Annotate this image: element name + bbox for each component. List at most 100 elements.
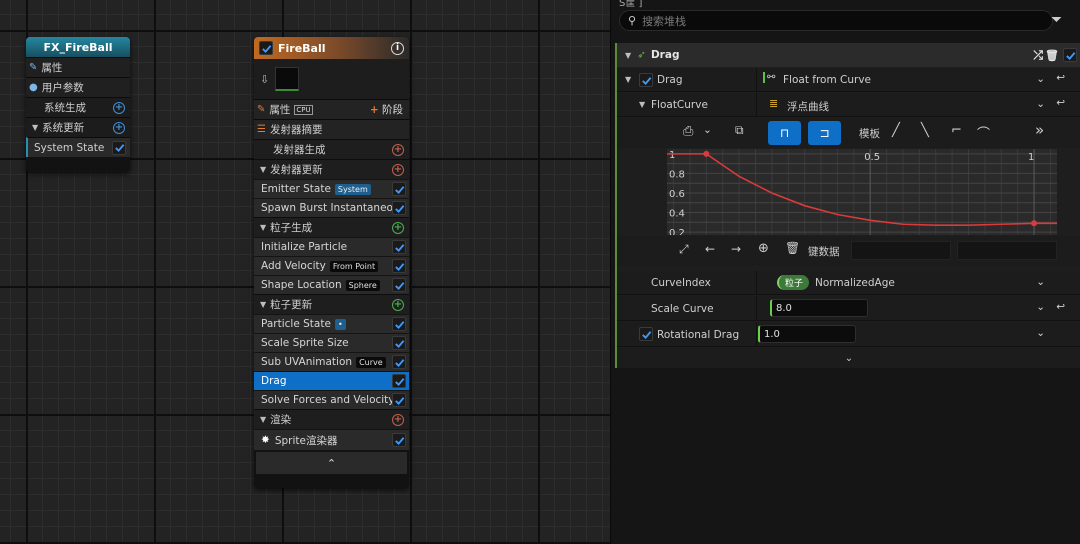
module-sub-uv-animation[interactable]: Sub UVAnimation Curve (254, 352, 409, 371)
particle-update-section[interactable]: ▼ 粒子更新 + (254, 294, 409, 314)
rotational-drag-input[interactable]: 1.0 (758, 325, 856, 343)
module-shape-location[interactable]: Shape Location Sphere (254, 275, 409, 294)
collapse-arrow-icon[interactable]: ▼ (260, 300, 266, 309)
add-module-icon[interactable]: + (392, 413, 404, 426)
system-update-row[interactable]: ▼ 系统更新 + (26, 117, 130, 137)
particle-spawn-section[interactable]: ▼ 粒子生成 + (254, 217, 409, 237)
collapse-arrow-icon[interactable]: ▼ (625, 75, 631, 84)
module-scale-sprite-size[interactable]: Scale Sprite Size (254, 333, 409, 352)
add-stage-button[interactable]: + 阶段 (370, 102, 403, 117)
chevron-down-icon[interactable]: ⌄ (1036, 276, 1045, 288)
delete-icon[interactable]: 🗑 (1045, 49, 1059, 62)
reset-icon[interactable]: ↩ (1056, 301, 1065, 313)
add-module-icon[interactable]: + (113, 101, 125, 114)
shuffle-icon[interactable]: ⤮ (1033, 48, 1043, 63)
add-module-icon[interactable]: + (113, 121, 125, 134)
arrow-left-icon[interactable]: ← (705, 242, 715, 256)
enable-checkbox[interactable] (392, 433, 406, 447)
collapse-arrow-icon[interactable]: ▼ (260, 415, 266, 424)
node-graph-canvas[interactable]: FX_FireBall ✎ 属性 ● 用户参数 系统生成 + ▼ 系统更新 + … (0, 0, 610, 544)
template-linear-down-icon[interactable]: ╲ (921, 123, 929, 138)
scale-curve-input[interactable]: 8.0 (770, 299, 868, 317)
add-key-icon[interactable]: ⊕ (758, 241, 769, 256)
add-module-icon[interactable]: + (392, 298, 404, 311)
module-emitter-state[interactable]: Emitter State System (254, 179, 409, 198)
emitter-props-row[interactable]: ✎ 属性 CPU + 阶段 (254, 99, 409, 119)
chevron-down-icon[interactable]: ⌄ (703, 124, 712, 136)
emitter-summary-row[interactable]: ☰ 发射器摘要 (254, 119, 409, 139)
enable-checkbox[interactable] (392, 393, 406, 407)
enable-checkbox[interactable] (392, 182, 406, 196)
chevron-down-icon[interactable]: ⌄ (1036, 301, 1045, 313)
system-props-row[interactable]: ✎ 属性 (26, 57, 130, 77)
module-particle-state[interactable]: Particle State • (254, 314, 409, 333)
enable-checkbox[interactable] (392, 374, 406, 388)
key-value-field[interactable] (957, 241, 1057, 260)
enable-checkbox[interactable] (392, 259, 406, 273)
chevron-down-icon[interactable]: ⌄ (1036, 73, 1045, 85)
show-advanced-button[interactable]: ⌄ (617, 348, 1080, 368)
collapse-arrow-icon[interactable]: ▼ (260, 223, 266, 232)
system-state-row[interactable]: System State (26, 137, 130, 157)
drag-value-selector[interactable]: Float from Curve (783, 74, 871, 86)
template-ease-out-icon[interactable]: ⌐ (951, 123, 962, 138)
collapse-arrow-icon[interactable]: ▼ (625, 51, 631, 60)
chevron-down-icon[interactable]: ⌄ (1036, 327, 1045, 339)
system-user-params-row[interactable]: ● 用户参数 (26, 77, 130, 97)
fit-vertical-button[interactable]: ⊐ (808, 121, 841, 145)
module-add-velocity[interactable]: Add Velocity From Point (254, 256, 409, 275)
fit-horizontal-button[interactable]: ⊓ (768, 121, 801, 145)
add-module-icon[interactable]: + (392, 143, 404, 156)
delete-key-icon[interactable]: 🗑 (785, 241, 800, 255)
param-enable-checkbox[interactable] (639, 73, 653, 87)
float-curve-graph[interactable]: 0.5 1 1 0.8 0.6 0.4 0.2 (667, 149, 1057, 235)
enable-checkbox[interactable] (392, 201, 406, 215)
system-node[interactable]: FX_FireBall ✎ 属性 ● 用户参数 系统生成 + ▼ 系统更新 + … (26, 37, 130, 172)
info-icon[interactable]: i (391, 41, 404, 55)
system-node-header[interactable]: FX_FireBall (26, 37, 130, 57)
floatcurve-param-row[interactable]: ▼ FloatCurve ≣ 浮点曲线 ⌄ ↩ (617, 93, 1080, 117)
collapse-arrow-icon[interactable]: ▼ (32, 123, 38, 132)
add-module-icon[interactable]: + (392, 163, 404, 176)
reset-icon[interactable]: ↩ (1056, 97, 1065, 109)
emitter-enable-checkbox[interactable] (259, 41, 273, 55)
collapse-arrow-icon[interactable]: ▼ (639, 100, 645, 109)
more-chevron-icon[interactable]: » (1035, 121, 1044, 139)
enable-checkbox[interactable] (112, 140, 126, 155)
module-drag[interactable]: Drag (254, 371, 409, 390)
drag-param-row[interactable]: ▼ Drag ⚯ Float from Curve ⌄ ↩ (617, 68, 1080, 92)
template-ease-in-icon[interactable]: ⌒ (977, 123, 990, 142)
collapse-arrow-icon[interactable]: ▼ (260, 165, 266, 174)
enable-checkbox[interactable] (392, 278, 406, 292)
emitter-node[interactable]: FireBall i ⇩ ✎ 属性 CPU + 阶段 ☰ 发射器摘要 发射器生成… (254, 37, 409, 488)
expand-icon[interactable]: ⤢ (679, 242, 689, 257)
enable-checkbox[interactable] (392, 240, 406, 254)
module-sprite-renderer[interactable]: ✸ Sprite渲染器 (254, 429, 409, 450)
module-solve-forces[interactable]: Solve Forces and Velocity (254, 390, 409, 409)
add-module-icon[interactable]: + (392, 221, 404, 234)
search-input[interactable]: ⚲ 搜索堆栈 (619, 10, 1053, 31)
rotational-drag-param-row[interactable]: Rotational Drag 1.0 ⌄ (617, 322, 1080, 347)
enable-checkbox[interactable] (392, 317, 406, 331)
enable-checkbox[interactable] (392, 336, 406, 350)
emitter-node-header[interactable]: FireBall i (254, 37, 409, 59)
arrow-right-icon[interactable]: → (731, 242, 741, 256)
system-spawn-row[interactable]: 系统生成 + (26, 97, 130, 117)
open-external-icon[interactable]: ⧉ (735, 123, 744, 138)
chevron-down-icon[interactable]: ⌄ (1036, 98, 1045, 110)
param-enable-checkbox[interactable] (639, 327, 653, 341)
render-section[interactable]: ▼ 渲染 + (254, 409, 409, 429)
emitter-spawn-row[interactable]: 发射器生成 + (254, 139, 409, 159)
module-spawn-burst[interactable]: Spawn Burst Instantaneous (254, 198, 409, 217)
filter-icon[interactable]: ⏷ (1051, 12, 1062, 28)
curveindex-param-row[interactable]: CurveIndex 粒子 NormalizedAge ⌄ (617, 271, 1080, 295)
module-initialize-particle[interactable]: Initialize Particle (254, 237, 409, 256)
key-time-field[interactable] (851, 241, 951, 260)
scalecurve-param-row[interactable]: Scale Curve 8.0 ⌄ ↩ (617, 296, 1080, 321)
template-linear-icon[interactable]: ╱ (892, 123, 900, 138)
enable-checkbox[interactable] (392, 355, 406, 369)
import-icon[interactable]: ⎙ (683, 124, 693, 139)
collapse-node-button[interactable]: ⌃ (256, 452, 407, 474)
reset-icon[interactable]: ↩ (1056, 72, 1065, 84)
emitter-update-section[interactable]: ▼ 发射器更新 + (254, 159, 409, 179)
